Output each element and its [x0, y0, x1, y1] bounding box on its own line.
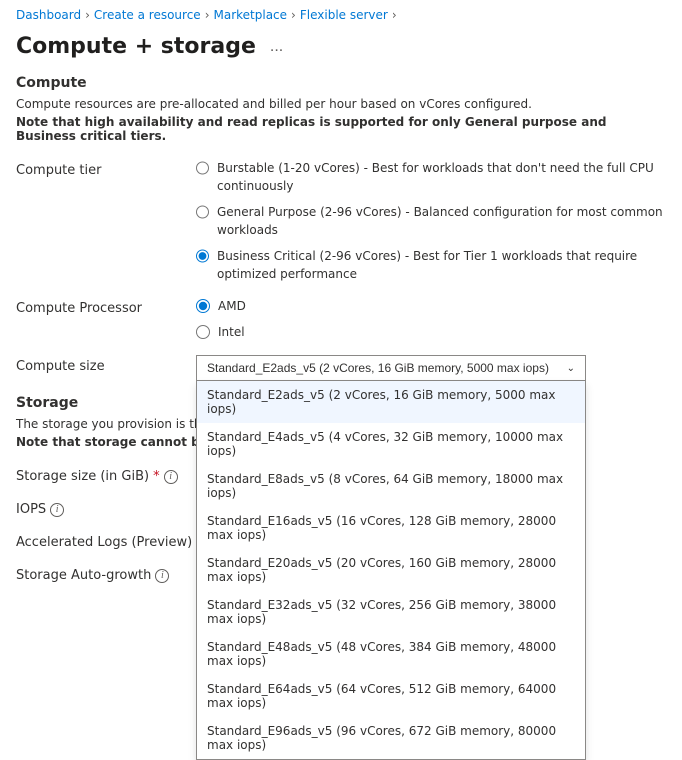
compute-tier-row: Compute tier Burstable (1-20 vCores) - B… — [16, 159, 666, 283]
compute-size-row: Compute size Standard_E2ads_v5 (2 vCores… — [16, 355, 666, 381]
compute-description: Compute resources are pre-allocated and … — [16, 97, 666, 111]
size-option-e96ads[interactable]: Standard_E96ads_v5 (96 vCores, 672 GiB m… — [197, 717, 585, 759]
page-title: Compute + storage — [16, 34, 256, 59]
tier-business-label: Business Critical (2-96 vCores) - Best f… — [217, 247, 666, 283]
required-indicator: * — [153, 469, 160, 484]
breadcrumb-marketplace[interactable]: Marketplace — [214, 8, 288, 22]
compute-processor-label: Compute Processor — [16, 297, 196, 316]
compute-size-dropdown-list: Standard_E2ads_v5 (2 vCores, 16 GiB memo… — [196, 381, 586, 760]
processor-intel-radio[interactable] — [196, 325, 210, 339]
processor-intel-option[interactable]: Intel — [196, 323, 666, 341]
ellipsis-button[interactable]: ... — [264, 36, 289, 58]
breadcrumb: Dashboard › Create a resource › Marketpl… — [0, 0, 682, 30]
tier-general-radio[interactable] — [196, 205, 209, 219]
breadcrumb-flexible-server[interactable]: Flexible server — [300, 8, 388, 22]
compute-processor-row: Compute Processor AMD Intel — [16, 297, 666, 341]
tier-general-option[interactable]: General Purpose (2-96 vCores) - Balanced… — [196, 203, 666, 239]
iops-label: IOPS i — [16, 498, 196, 517]
tier-business-option[interactable]: Business Critical (2-96 vCores) - Best f… — [196, 247, 666, 283]
size-option-e16ads[interactable]: Standard_E16ads_v5 (16 vCores, 128 GiB m… — [197, 507, 585, 549]
compute-size-label: Compute size — [16, 355, 196, 374]
processor-amd-label: AMD — [218, 297, 246, 315]
size-option-e2ads[interactable]: Standard_E2ads_v5 (2 vCores, 16 GiB memo… — [197, 381, 585, 423]
auto-growth-info-icon[interactable]: i — [155, 569, 169, 583]
size-option-e64ads[interactable]: Standard_E64ads_v5 (64 vCores, 512 GiB m… — [197, 675, 585, 717]
compute-section: Compute Compute resources are pre-alloca… — [16, 75, 666, 381]
breadcrumb-create-resource[interactable]: Create a resource — [94, 8, 201, 22]
auto-growth-label-text: Storage Auto-growth — [16, 568, 151, 583]
accel-logs-label: Accelerated Logs (Preview) — [16, 531, 196, 550]
tier-burstable-radio[interactable] — [196, 161, 209, 175]
compute-processor-options: AMD Intel — [196, 297, 666, 341]
chevron-down-icon: ⌄ — [567, 363, 575, 374]
iops-info-icon[interactable]: i — [50, 503, 64, 517]
compute-section-title: Compute — [16, 75, 666, 91]
storage-size-label-text: Storage size (in GiB) — [16, 469, 149, 484]
processor-amd-option[interactable]: AMD — [196, 297, 666, 315]
tier-general-label: General Purpose (2-96 vCores) - Balanced… — [217, 203, 666, 239]
compute-size-dropdown-button[interactable]: Standard_E2ads_v5 (2 vCores, 16 GiB memo… — [196, 355, 586, 381]
storage-size-info-icon[interactable]: i — [164, 470, 178, 484]
storage-size-label: Storage size (in GiB) * i — [16, 465, 196, 484]
compute-size-selected-text: Standard_E2ads_v5 (2 vCores, 16 GiB memo… — [207, 361, 549, 375]
auto-growth-label: Storage Auto-growth i — [16, 564, 196, 583]
compute-tier-label: Compute tier — [16, 159, 196, 178]
breadcrumb-dashboard[interactable]: Dashboard — [16, 8, 81, 22]
size-option-e20ads[interactable]: Standard_E20ads_v5 (20 vCores, 160 GiB m… — [197, 549, 585, 591]
processor-intel-label: Intel — [218, 323, 245, 341]
tier-burstable-option[interactable]: Burstable (1-20 vCores) - Best for workl… — [196, 159, 666, 195]
compute-size-dropdown: Standard_E2ads_v5 (2 vCores, 16 GiB memo… — [196, 355, 586, 381]
tier-burstable-label: Burstable (1-20 vCores) - Best for workl… — [217, 159, 666, 195]
tier-business-radio[interactable] — [196, 249, 209, 263]
size-option-e48ads[interactable]: Standard_E48ads_v5 (48 vCores, 384 GiB m… — [197, 633, 585, 675]
compute-size-control: Standard_E2ads_v5 (2 vCores, 16 GiB memo… — [196, 355, 666, 381]
compute-note: Note that high availability and read rep… — [16, 115, 666, 143]
iops-label-text: IOPS — [16, 502, 46, 517]
size-option-e8ads[interactable]: Standard_E8ads_v5 (8 vCores, 64 GiB memo… — [197, 465, 585, 507]
compute-tier-options: Burstable (1-20 vCores) - Best for workl… — [196, 159, 666, 283]
processor-amd-radio[interactable] — [196, 299, 210, 313]
size-option-e32ads[interactable]: Standard_E32ads_v5 (32 vCores, 256 GiB m… — [197, 591, 585, 633]
size-option-e4ads[interactable]: Standard_E4ads_v5 (4 vCores, 32 GiB memo… — [197, 423, 585, 465]
